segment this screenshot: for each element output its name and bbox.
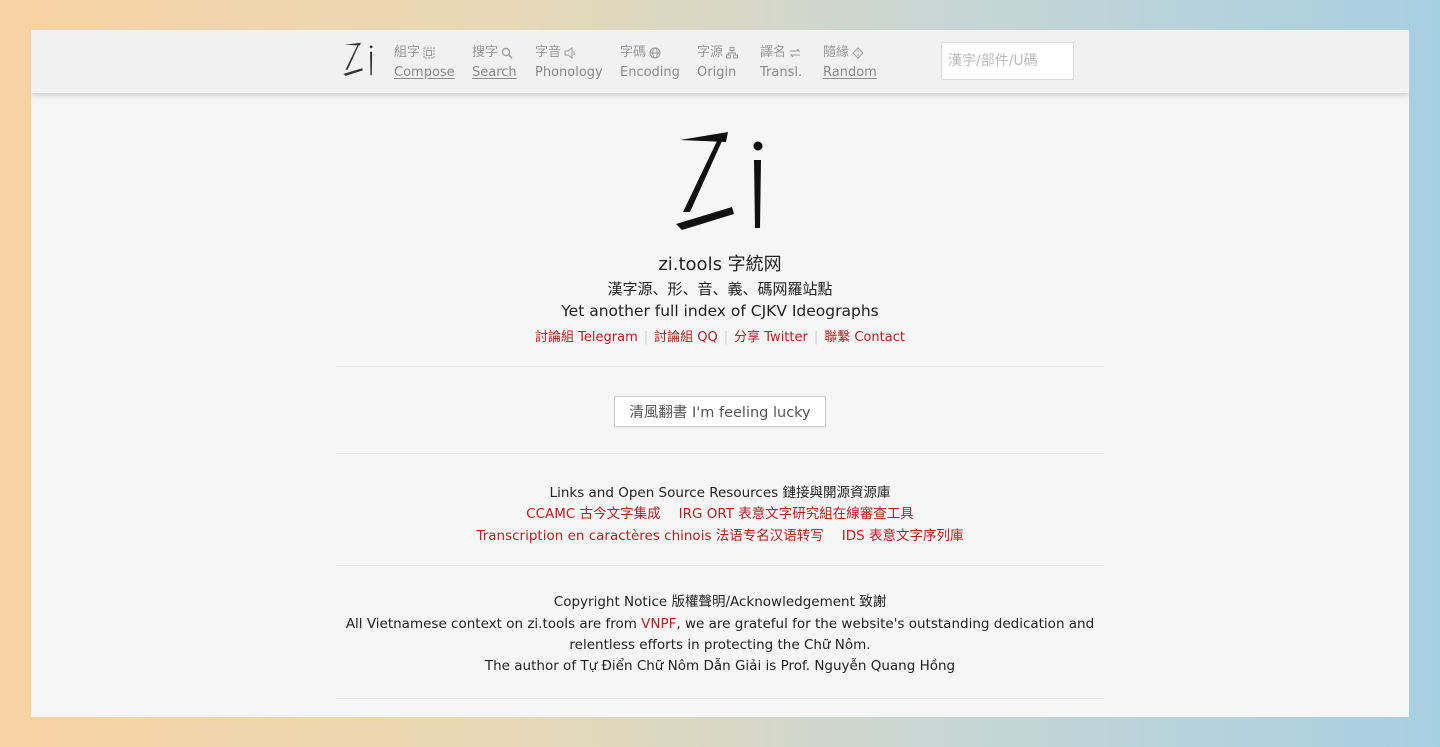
divider xyxy=(336,453,1104,454)
globe-icon xyxy=(649,47,661,59)
divider xyxy=(336,366,1104,367)
separator: | xyxy=(723,330,729,345)
nav-random-zh: 隨緣 xyxy=(823,45,850,60)
site-title: zi.tools 字統网 xyxy=(658,254,782,275)
nav-search-label: Search xyxy=(472,65,517,80)
separator: | xyxy=(813,330,819,345)
nav-random[interactable]: 隨緣 Random xyxy=(823,43,877,83)
site-subtitle-zh: 漢字源、形、音、義、碼网羅站點 xyxy=(607,280,833,298)
nav-phonology-zh: 字音 xyxy=(535,45,562,60)
exchange-icon xyxy=(789,48,801,58)
nav-compose-label: Compose xyxy=(394,65,455,80)
notice-line-2: relentless efforts in protecting the Chữ… xyxy=(569,637,871,653)
search-input[interactable] xyxy=(941,42,1074,80)
twitter-link[interactable]: 分享 Twitter xyxy=(734,330,808,345)
notice-title: Copyright Notice 版權聲明/Acknowledgement 致謝 xyxy=(553,594,887,610)
nav-encoding-label: Encoding xyxy=(620,65,680,80)
nav-origin-label: Origin xyxy=(697,65,737,80)
notice-line-3: The author of Tự Điển Chữ Nôm Dẫn Giải i… xyxy=(484,658,956,674)
links-row-1: CCAMC 古今文字集成 IRG ORT 表意文字研究組在線審查工具 xyxy=(31,502,1409,522)
nav-encoding-zh: 字碼 xyxy=(620,45,647,60)
nav-translation[interactable]: 譯名 Transl. xyxy=(760,43,802,83)
nav-translation-label: Transl. xyxy=(760,65,803,80)
nav-random-label: Random xyxy=(823,65,877,80)
nav-phonology[interactable]: 字音 Phonology xyxy=(535,43,603,83)
grid-icon xyxy=(423,47,435,59)
nav-search[interactable]: 搜字 Search xyxy=(472,43,517,83)
vnpf-link[interactable]: VNPF xyxy=(641,616,676,632)
nav-encoding[interactable]: 字碼 Encoding xyxy=(620,43,680,83)
ccamc-link[interactable]: CCAMC 古今文字集成 xyxy=(526,506,660,522)
zi-logo-small[interactable] xyxy=(342,42,376,78)
divider xyxy=(336,565,1104,566)
sitemap-icon xyxy=(726,47,739,59)
nav-compose[interactable]: 組字 Compose xyxy=(394,43,455,83)
browser-window: 組字 Compose 搜字 Search 字音 Phonology 字碼 Enc… xyxy=(31,30,1409,717)
nav-search-zh: 搜字 xyxy=(472,45,499,60)
irg-ort-link[interactable]: IRG ORT 表意文字研究組在線審查工具 xyxy=(679,506,914,522)
divider xyxy=(336,698,1104,699)
top-navbar: 組字 Compose 搜字 Search 字音 Phonology 字碼 Enc… xyxy=(31,30,1409,93)
ids-link[interactable]: IDS 表意文字序列庫 xyxy=(842,528,964,544)
nav-phonology-label: Phonology xyxy=(535,65,603,80)
links-row-2: Transcription en caractères chinois 法语专名… xyxy=(31,524,1409,544)
transcription-link[interactable]: Transcription en caractères chinois 法语专名… xyxy=(476,528,823,544)
notice-text: , we are grateful for the website's outs… xyxy=(676,616,1095,632)
nav-compose-zh: 組字 xyxy=(394,45,421,60)
qq-link[interactable]: 討論組 QQ xyxy=(654,330,718,345)
notice-line-1: All Vietnamese context on zi.tools are f… xyxy=(31,614,1409,636)
nav-translation-zh: 譯名 xyxy=(760,45,787,60)
feeling-lucky-button[interactable]: 清風翻書 I'm feeling lucky xyxy=(614,396,826,427)
nav-origin-zh: 字源 xyxy=(697,45,724,60)
contact-link[interactable]: 聯繫 Contact xyxy=(824,330,905,345)
community-links: 討論組 Telegram | 討論組 QQ | 分享 Twitter | 聯繫 Contac… xyxy=(31,326,1409,345)
search-icon xyxy=(501,47,513,59)
separator: | xyxy=(643,330,649,345)
nav-origin[interactable]: 字源 Origin xyxy=(697,43,739,83)
notice-text: All Vietnamese context on zi.tools are f… xyxy=(345,616,642,632)
links-section-title: Links and Open Source Resources 鏈接與開源資源庫 xyxy=(549,485,891,501)
dice-icon xyxy=(852,47,864,59)
zi-logo-large xyxy=(676,132,763,230)
speaker-icon xyxy=(564,47,575,59)
site-subtitle-en: Yet another full index of CJKV Ideograph… xyxy=(561,302,879,320)
telegram-link[interactable]: 討論組 Telegram xyxy=(535,330,638,345)
